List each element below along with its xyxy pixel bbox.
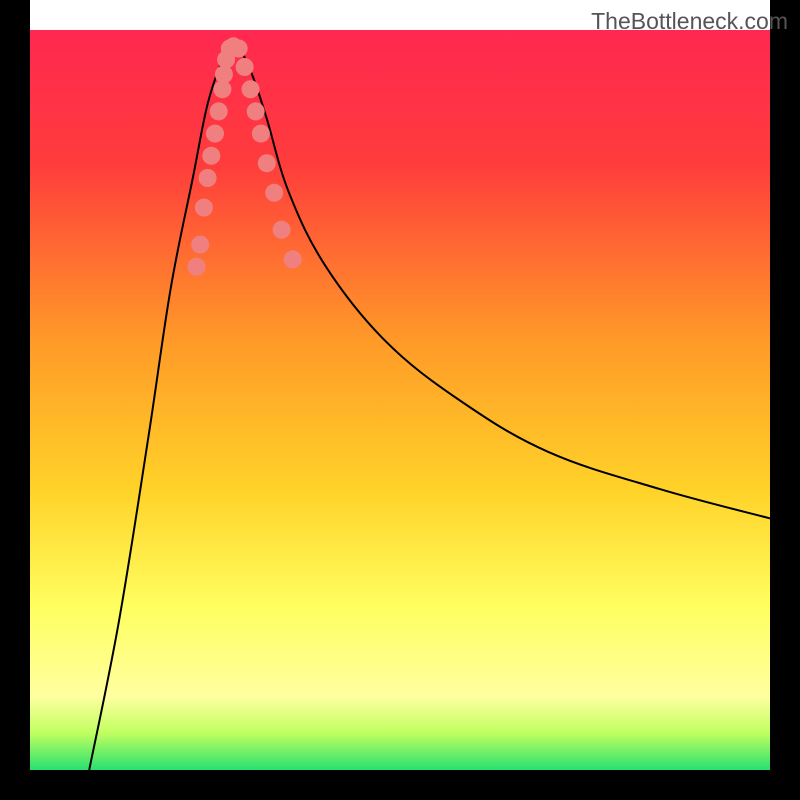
data-point (206, 125, 224, 143)
data-point (210, 102, 228, 120)
data-point (202, 147, 220, 165)
data-point (242, 80, 260, 98)
data-point (199, 169, 217, 187)
watermark-text: TheBottleneck.com (591, 8, 788, 35)
data-point (191, 236, 209, 254)
data-point (265, 184, 283, 202)
data-point (252, 125, 270, 143)
chart-container: TheBottleneck.com (0, 0, 800, 800)
data-point (247, 102, 265, 120)
data-point (258, 154, 276, 172)
data-point (230, 40, 248, 58)
data-point (284, 250, 302, 268)
data-point (195, 199, 213, 217)
data-point (188, 258, 206, 276)
gradient-background (30, 30, 770, 770)
bottleneck-chart (0, 0, 800, 800)
data-point (273, 221, 291, 239)
data-point (236, 58, 254, 76)
